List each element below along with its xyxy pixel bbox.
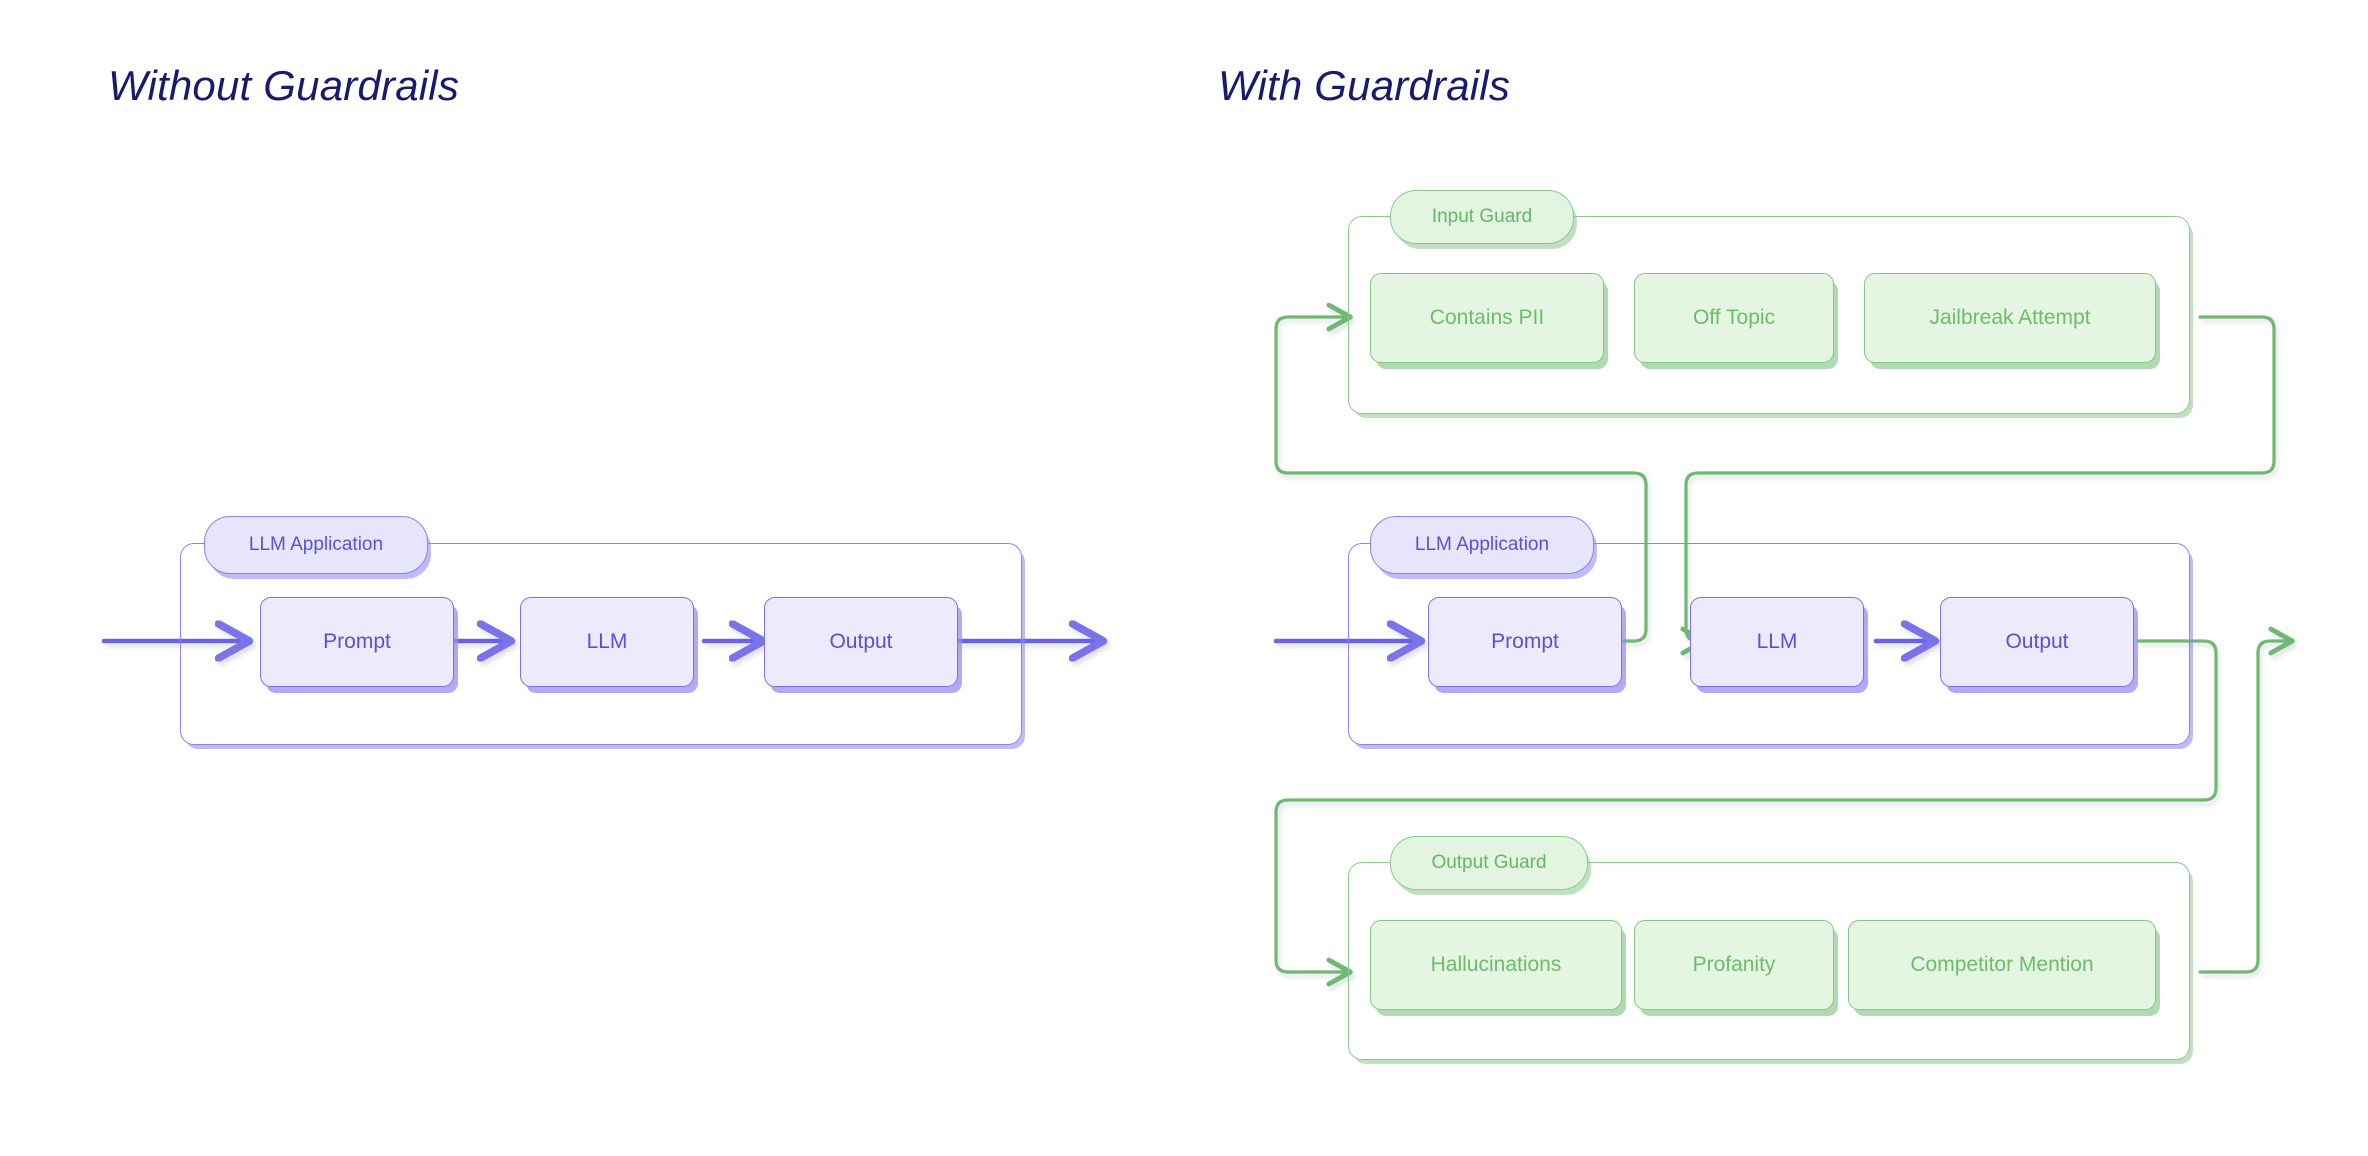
input-guard-node-off-topic[interactable]: Off Topic [1634, 273, 1834, 363]
diagram-canvas: Without Guardrails With Guardrails LLM A… [0, 0, 2368, 1156]
input-guard-label: Input Guard [1390, 190, 1574, 244]
input-guard-node-jailbreak-attempt[interactable]: Jailbreak Attempt [1864, 273, 2156, 363]
left-node-llm[interactable]: LLM [520, 597, 694, 687]
right-node-prompt[interactable]: Prompt [1428, 597, 1622, 687]
output-guard-node-profanity[interactable]: Profanity [1634, 920, 1834, 1010]
right-llm-application-label: LLM Application [1370, 516, 1594, 574]
left-llm-application-label: LLM Application [204, 516, 428, 574]
left-node-output[interactable]: Output [764, 597, 958, 687]
right-panel-title: With Guardrails [1218, 62, 1511, 109]
output-guard-node-hallucinations[interactable]: Hallucinations [1370, 920, 1622, 1010]
left-panel-title: Without Guardrails [108, 62, 460, 109]
input-guard-node-contains-pii[interactable]: Contains PII [1370, 273, 1604, 363]
output-guard-node-competitor-mention[interactable]: Competitor Mention [1848, 920, 2156, 1010]
left-node-prompt[interactable]: Prompt [260, 597, 454, 687]
output-guard-label: Output Guard [1390, 836, 1588, 890]
right-node-llm[interactable]: LLM [1690, 597, 1864, 687]
right-node-output[interactable]: Output [1940, 597, 2134, 687]
